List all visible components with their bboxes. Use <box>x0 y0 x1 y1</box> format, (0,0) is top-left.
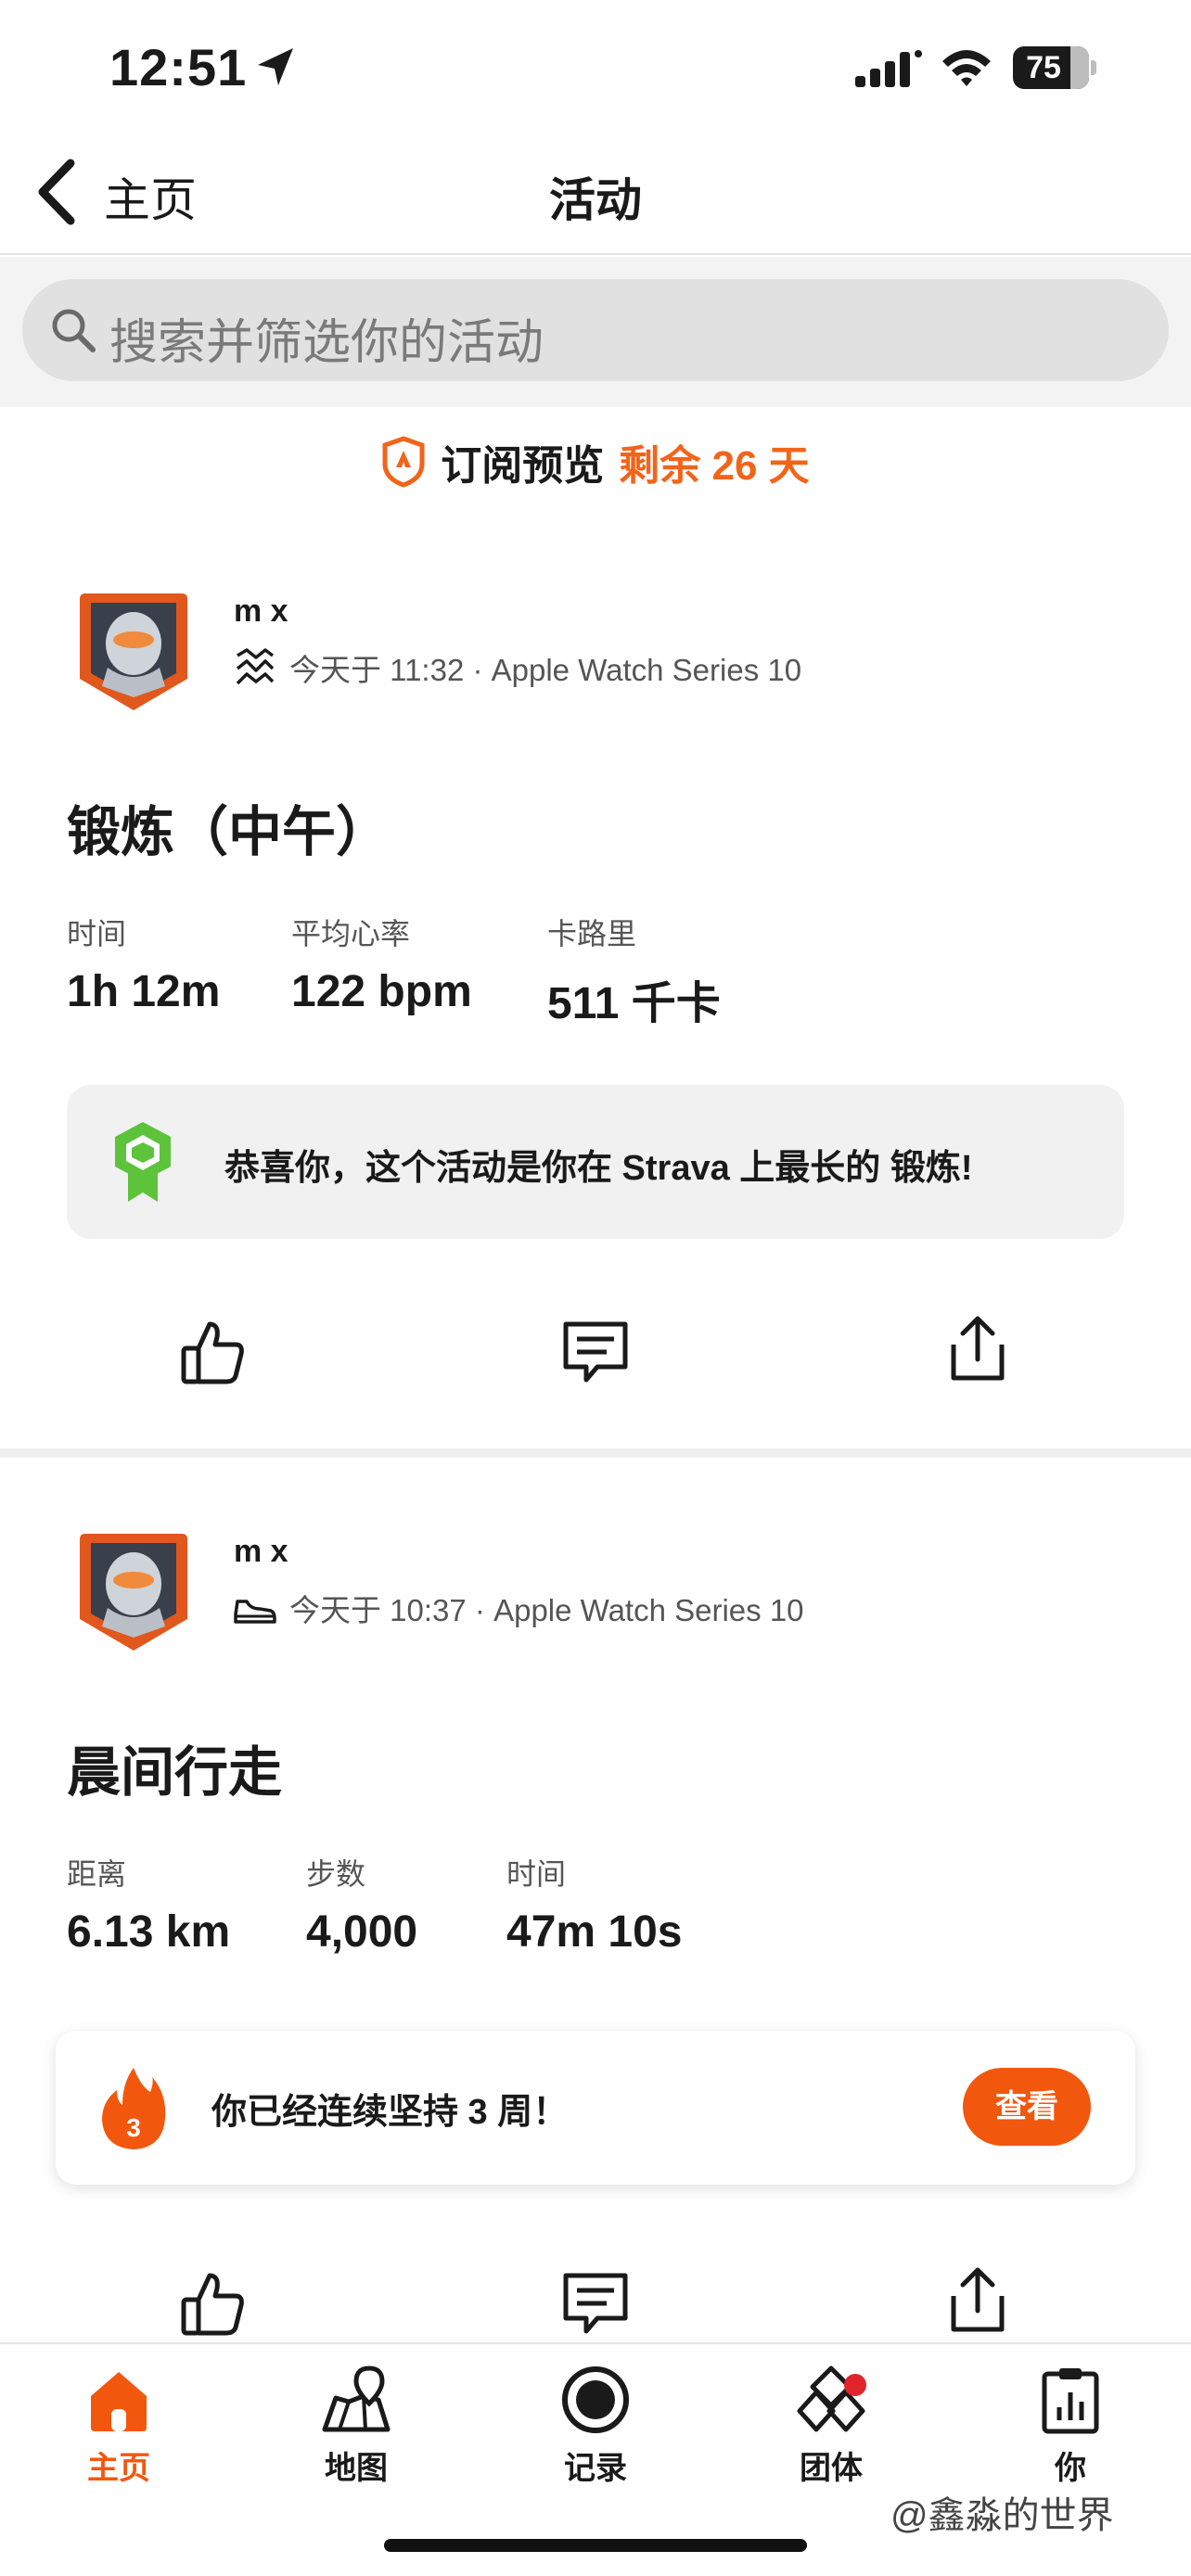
tab-label: 地图 <box>325 2451 388 2486</box>
watermark-text: @鑫淼的世界 <box>890 2495 1114 2536</box>
stat-value: 511 千卡 <box>547 979 721 1028</box>
share-icon[interactable] <box>942 2264 1013 2335</box>
record-icon <box>562 2366 629 2433</box>
tab-record[interactable]: 记录 <box>512 2365 679 2488</box>
home-icon <box>91 2372 147 2431</box>
achievement-ribbon-icon <box>115 1122 171 1202</box>
status-time: 12:51 <box>109 38 248 96</box>
tab-home[interactable]: 主页 <box>35 2365 202 2488</box>
search-section: 搜索并筛选你的活动 <box>0 257 1191 407</box>
streak-count: 3 <box>126 2113 141 2142</box>
stat-value: 47m 10s <box>506 1907 683 1957</box>
stat-distance: 距离 6.13 km <box>67 1851 306 1958</box>
activity-username[interactable]: m x <box>234 1534 288 1570</box>
tab-you[interactable]: 你 <box>987 2365 1154 2488</box>
page-title: 活动 <box>549 174 642 226</box>
tab-label: 你 <box>1055 2451 1086 2486</box>
avatar[interactable] <box>76 590 191 714</box>
flame-streak-icon: 3 <box>102 2068 166 2149</box>
workout-wave-icon <box>236 648 275 685</box>
tab-map[interactable]: 地图 <box>273 2365 440 2488</box>
activity-username[interactable]: m x <box>234 593 288 630</box>
streak-card: 3 你已经连续坚持 3 周！ 查看 <box>56 2031 1135 2185</box>
stat-duration: 时间 47m 10s <box>506 1851 748 1958</box>
stat-calories: 卡路里 511 千卡 <box>547 911 788 1031</box>
cellular-signal-icon <box>855 50 922 87</box>
subscription-preview[interactable]: 订阅预览 剩余 26 天 <box>0 432 1191 497</box>
tab-label: 主页 <box>87 2451 150 2486</box>
notification-badge <box>844 2374 866 2396</box>
view-streak-button[interactable]: 查看 <box>963 2068 1091 2146</box>
subscription-label: 订阅预览 <box>441 443 605 489</box>
achievement-text: 恭喜你，这个活动是你在 Strava 上最长的 锻炼! <box>224 1149 973 1188</box>
achievement-banner[interactable]: 恭喜你，这个活动是你在 Strava 上最长的 锻炼! <box>67 1085 1124 1239</box>
map-icon <box>322 2366 391 2432</box>
stat-label: 卡路里 <box>547 917 637 950</box>
activity-stats: 距离 6.13 km 步数 4,000 时间 47m 10s <box>67 1851 748 1958</box>
stat-value: 122 bpm <box>291 967 472 1016</box>
streak-text: 你已经连续坚持 3 周！ <box>211 2093 569 2132</box>
navigation-bar: 主页 活动 <box>0 139 1191 255</box>
tab-label: 记录 <box>564 2451 627 2486</box>
comment-icon[interactable] <box>560 1317 631 1387</box>
stat-label: 平均心率 <box>291 917 411 950</box>
battery-icon: 75 <box>1013 46 1096 89</box>
like-thumb-icon[interactable] <box>178 2268 249 2339</box>
status-bar: 12:51 75 <box>0 0 1191 139</box>
walking-shoe-icon <box>234 1600 276 1624</box>
stat-value: 1h 12m <box>67 967 221 1016</box>
stat-time: 时间 1h 12m <box>67 911 291 1031</box>
home-indicator[interactable] <box>384 2539 807 2552</box>
stat-value: 4,000 <box>306 1907 418 1957</box>
activity-stats: 时间 1h 12m 平均心率 122 bpm 卡路里 511 千卡 <box>67 911 788 1031</box>
activity-meta: 今天于 10:37 · Apple Watch Series 10 <box>234 1586 804 1630</box>
activity-meta-text: 今天于 11:32 · Apple Watch Series 10 <box>289 653 802 687</box>
tab-label: 团体 <box>800 2451 863 2486</box>
stat-value: 6.13 km <box>67 1907 231 1957</box>
subscription-remaining: 剩余 26 天 <box>619 443 810 489</box>
tab-groups[interactable]: 团体 <box>748 2365 915 2488</box>
stat-label: 距离 <box>67 1857 127 1891</box>
location-arrow-icon <box>258 48 293 85</box>
activity-title[interactable]: 锻炼（中午） <box>67 788 390 866</box>
stat-label: 步数 <box>306 1857 366 1891</box>
battery-level: 75 <box>1026 50 1061 85</box>
like-thumb-icon[interactable] <box>178 1317 249 1387</box>
stat-label: 时间 <box>67 917 127 950</box>
activity-title[interactable]: 晨间行走 <box>67 1728 282 1806</box>
strava-shield-icon <box>382 436 425 488</box>
you-stats-icon <box>1042 2368 1099 2434</box>
search-input[interactable]: 搜索并筛选你的活动 <box>22 279 1169 381</box>
activity-meta: 今天于 11:32 · Apple Watch Series 10 <box>234 645 801 690</box>
stat-heart-rate: 平均心率 122 bpm <box>291 911 547 1031</box>
search-icon <box>52 309 96 352</box>
feed-divider <box>0 1448 1191 1458</box>
activity-actions <box>0 1307 1191 1400</box>
wifi-icon <box>942 50 991 86</box>
search-placeholder: 搜索并筛选你的活动 <box>109 316 544 370</box>
share-icon[interactable] <box>942 1313 1013 1384</box>
activity-actions <box>0 2259 1191 2352</box>
avatar[interactable] <box>76 1530 191 1654</box>
comment-icon[interactable] <box>560 2268 631 2339</box>
activity-meta-text: 今天于 10:37 · Apple Watch Series 10 <box>289 1593 804 1627</box>
stat-label: 时间 <box>506 1857 567 1891</box>
stat-steps: 步数 4,000 <box>306 1851 506 1958</box>
